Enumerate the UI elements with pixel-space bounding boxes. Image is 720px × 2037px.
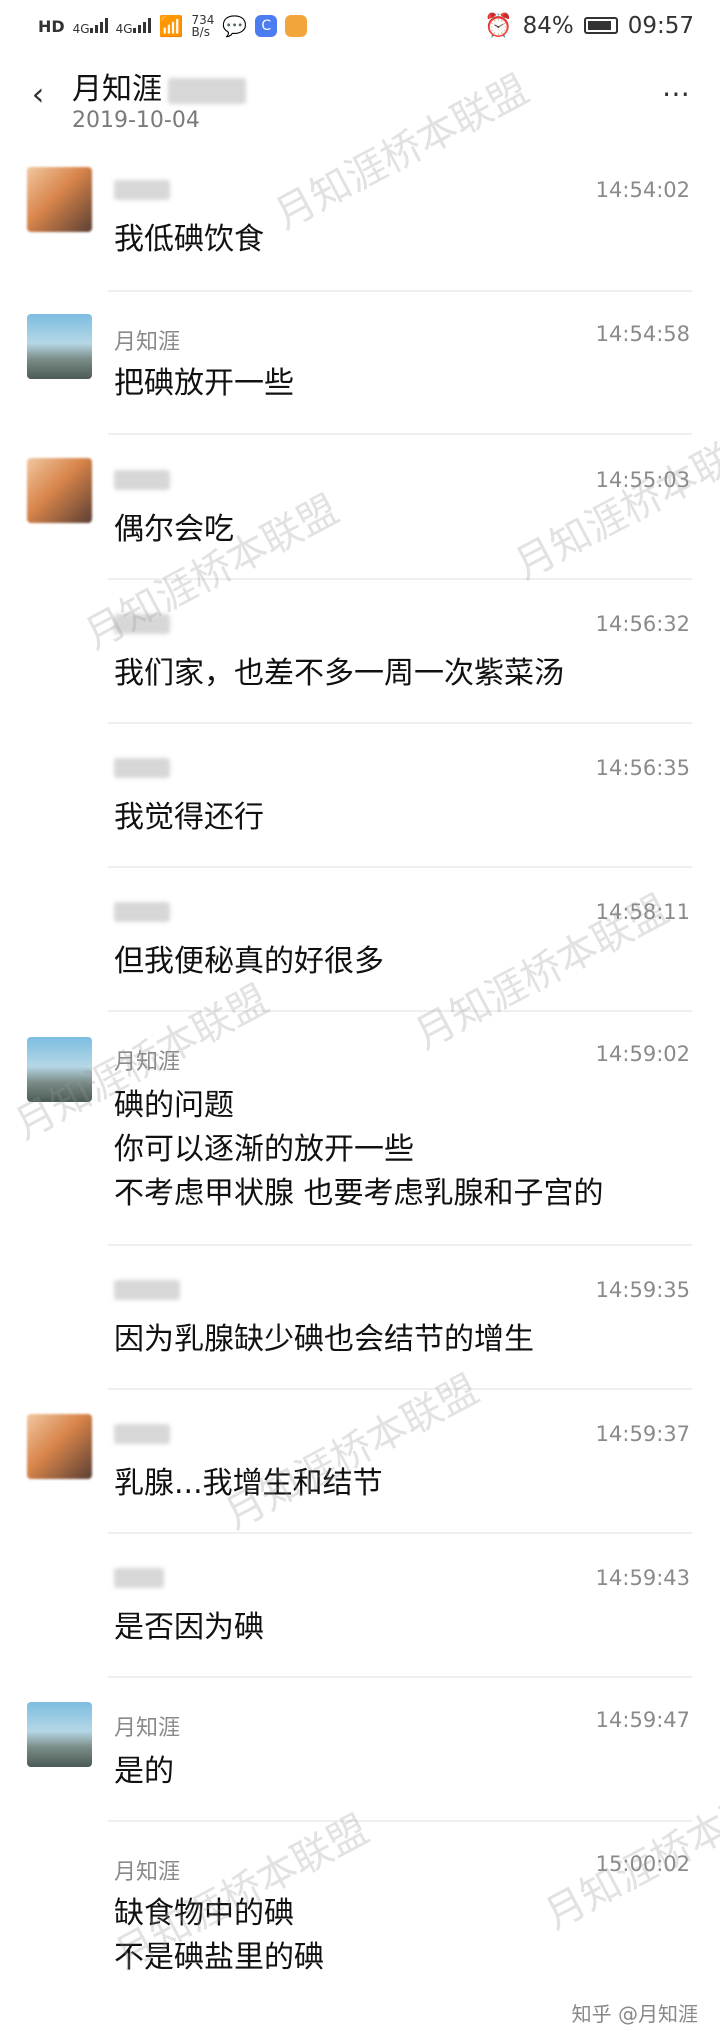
chat-bubble-icon: 💬	[222, 14, 248, 38]
message-line: 缺食物中的碘	[114, 1896, 294, 1931]
message-text: 我觉得还行	[114, 800, 264, 835]
divider	[108, 433, 692, 435]
sender-name	[114, 758, 170, 784]
source-credit: 知乎 @月知涯	[571, 2002, 698, 2026]
avatar	[27, 1702, 92, 1767]
status-right: ⏰ 84% 09:57	[483, 12, 694, 40]
alarm-icon: ⏰	[483, 13, 513, 39]
message-text: 把碘放开一些	[114, 366, 294, 401]
message-text: 是否因为碘	[114, 1610, 264, 1645]
message-line: 不是碘盐里的碘	[114, 1940, 324, 1975]
status-left: HD 4G 4G 📶 734 B/s 💬 C	[38, 13, 308, 39]
shield-app-icon	[285, 15, 308, 37]
avatar	[27, 314, 92, 379]
message-time: 14:58:11	[595, 900, 690, 924]
message-time: 14:56:35	[595, 756, 690, 780]
network-speed: 734 B/s	[191, 13, 215, 39]
message-text: 因为乳腺缺少碘也会结节的增生	[114, 1322, 534, 1357]
message-time: 14:59:47	[595, 1708, 690, 1732]
app-c-icon: C	[255, 15, 278, 37]
message-line: 碘的问题	[114, 1088, 234, 1123]
avatar	[27, 1414, 92, 1479]
message-text: 乳腺...我增生和结节	[114, 1466, 383, 1501]
sender-name: 月知涯	[114, 1860, 181, 1885]
sender-name	[114, 902, 170, 928]
message-time: 14:54:02	[595, 178, 690, 202]
message-time: 14:59:35	[595, 1278, 690, 1302]
message-time: 14:59:02	[595, 1042, 690, 1066]
message-time: 14:59:37	[595, 1422, 690, 1446]
message-text: 但我便秘真的好很多	[114, 944, 384, 979]
message-text: 缺食物中的碘 不是碘盐里的碘	[114, 1892, 324, 1980]
clock-time: 09:57	[627, 12, 694, 39]
sender-name	[114, 1568, 164, 1594]
page-title: 月知涯	[72, 64, 246, 108]
message-line: 你可以逐渐的放开一些	[114, 1132, 414, 1167]
sender-name	[114, 180, 170, 206]
message-time: 14:59:43	[595, 1566, 690, 1590]
message-text: 我们家，也差不多一周一次紫菜汤	[114, 656, 564, 691]
divider	[108, 578, 692, 580]
sender-name: 月知涯	[114, 1050, 181, 1075]
divider	[108, 1388, 692, 1390]
more-options-icon[interactable]: ⋯	[656, 80, 696, 108]
divider	[108, 1244, 692, 1246]
divider	[108, 1010, 692, 1012]
page-date: 2019-10-04	[72, 108, 200, 133]
message-text: 是的	[114, 1754, 174, 1789]
status-bar: HD 4G 4G 📶 734 B/s 💬 C ⏰ 84% 09:57	[0, 0, 720, 56]
wifi-icon: 📶	[158, 14, 184, 38]
message-line: 不考虑甲状腺 也要考虑乳腺和子宫的	[114, 1176, 604, 1211]
avatar	[27, 458, 92, 523]
watermark-text: 月知涯桥本联盟	[507, 416, 720, 589]
divider	[108, 866, 692, 868]
battery-icon	[583, 17, 618, 34]
message-time: 14:54:58	[595, 322, 690, 346]
watermark-text: 月知涯桥本联盟	[537, 1766, 720, 1939]
message-text: 我低碘饮食	[114, 222, 264, 257]
message-text: 碘的问题 你可以逐渐的放开一些 不考虑甲状腺 也要考虑乳腺和子宫的	[114, 1084, 604, 1216]
message-text: 偶尔会吃	[114, 512, 234, 547]
blurred-title-suffix	[168, 77, 246, 104]
avatar	[27, 167, 92, 232]
divider	[108, 1532, 692, 1534]
avatar	[27, 1037, 92, 1102]
message-time: 15:00:02	[595, 1852, 690, 1876]
sender-name	[114, 1424, 170, 1450]
hd-indicator: HD	[38, 16, 65, 36]
battery-percent: 84%	[522, 12, 574, 39]
sender-name: 月知涯	[114, 1716, 181, 1741]
chat-header: ‹ 月知涯 2019-10-04 ⋯	[0, 56, 720, 140]
sender-name	[114, 470, 170, 496]
divider	[108, 1676, 692, 1678]
message-time: 14:55:03	[595, 468, 690, 492]
signal-4g-1: 4G	[73, 14, 108, 38]
sender-name: 月知涯	[114, 330, 181, 355]
message-time: 14:56:32	[595, 612, 690, 636]
watermark-text: 月知涯桥本联盟	[217, 1366, 487, 1539]
divider	[108, 290, 692, 292]
sender-name	[114, 1280, 180, 1306]
divider	[108, 1820, 692, 1822]
divider	[108, 722, 692, 724]
signal-4g-2: 4G	[116, 14, 151, 38]
back-arrow-icon[interactable]: ‹	[18, 74, 58, 114]
sender-name	[114, 614, 170, 640]
